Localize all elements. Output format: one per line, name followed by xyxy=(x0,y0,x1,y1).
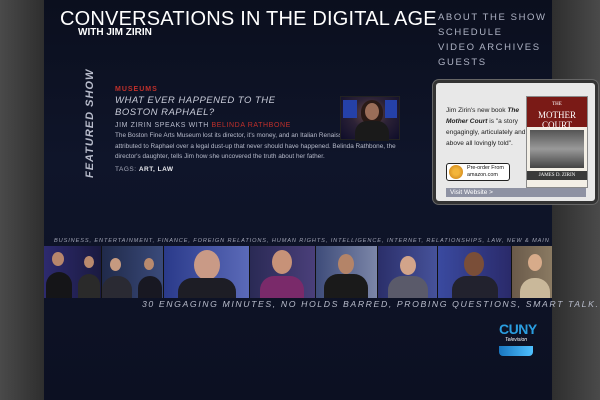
book-promo-text: Jim Zirin's new book The Mother Court is… xyxy=(446,105,528,149)
main-nav: ABOUT THE SHOW SCHEDULE VIDEO ARCHIVES G… xyxy=(438,12,547,72)
preorder-text: Pre-order From amazon.com xyxy=(467,165,504,179)
book-text-prefix: Jim Zirin's new book xyxy=(446,107,506,114)
amazon-preorder-button[interactable]: Pre-order From amazon.com xyxy=(446,163,510,181)
featured-tags: TAGS: ART, LAW xyxy=(115,166,405,173)
guest-photo[interactable] xyxy=(164,246,250,298)
visit-website-link[interactable]: Visit Website > xyxy=(446,188,586,197)
topics-list: BUSINESS, ENTERTAINMENT, FINANCE, FOREIG… xyxy=(54,238,550,244)
speaks-prefix: JIM ZIRIN SPEAKS WITH xyxy=(115,122,209,129)
nav-video-archives[interactable]: VIDEO ARCHIVES xyxy=(438,42,547,57)
book-promo: Jim Zirin's new book The Mother Court is… xyxy=(433,80,598,204)
cuny-tv-logo[interactable]: CUNY Television xyxy=(499,321,537,362)
nav-schedule[interactable]: SCHEDULE xyxy=(438,27,547,42)
tags-links[interactable]: ART, LAW xyxy=(139,166,174,173)
guest-photo-strip xyxy=(44,246,552,298)
cuny-logo-sub: Television xyxy=(504,337,528,343)
preorder-line1: Pre-order From xyxy=(467,165,504,171)
left-margin xyxy=(0,0,44,400)
thumb-guest-face xyxy=(365,103,379,120)
tagline: 30 ENGAGING MINUTES, NO HOLDS BARRED, PR… xyxy=(142,299,600,309)
cuny-logo-text: CUNY xyxy=(499,321,537,337)
cover-title-block: THE MOTHER COURT xyxy=(527,97,587,130)
thumb-bg-screen xyxy=(343,100,357,118)
featured-headline[interactable]: WHAT EVER HAPPENED TO THE BOSTON RAPHAEL… xyxy=(115,95,315,119)
amazon-icon xyxy=(449,165,463,179)
nav-about-the-show[interactable]: ABOUT THE SHOW xyxy=(438,12,547,27)
guest-photo[interactable] xyxy=(378,246,438,298)
guest-photo[interactable] xyxy=(250,246,316,298)
guest-photo[interactable] xyxy=(102,246,164,298)
thumb-bg-screen xyxy=(385,100,397,118)
site-subtitle: WITH JIM ZIRIN xyxy=(78,27,152,38)
guest-photo[interactable] xyxy=(512,246,552,298)
guest-photo[interactable] xyxy=(44,246,102,298)
thumb-guest-body xyxy=(355,121,389,141)
cover-the: THE xyxy=(552,102,562,107)
featured-show-label: FEATURED SHOW xyxy=(84,68,96,178)
preorder-line2: amazon.com xyxy=(467,172,498,178)
tags-label: TAGS: xyxy=(115,165,137,173)
featured-video-thumbnail[interactable] xyxy=(340,96,400,141)
cover-author: JAMES D. ZIRIN xyxy=(527,171,587,180)
nav-guests[interactable]: GUESTS xyxy=(438,57,547,72)
cover-image xyxy=(530,130,584,168)
guest-photo[interactable] xyxy=(438,246,512,298)
cuny-logo-swoosh xyxy=(499,346,533,356)
book-cover[interactable]: THE MOTHER COURT JAMES D. ZIRIN xyxy=(526,96,588,188)
guest-name-link[interactable]: BELINDA RATHBONE xyxy=(211,122,291,129)
guest-photo[interactable] xyxy=(316,246,378,298)
featured-category[interactable]: MUSEUMS xyxy=(115,86,405,93)
cover-title: MOTHER COURT xyxy=(538,110,576,130)
